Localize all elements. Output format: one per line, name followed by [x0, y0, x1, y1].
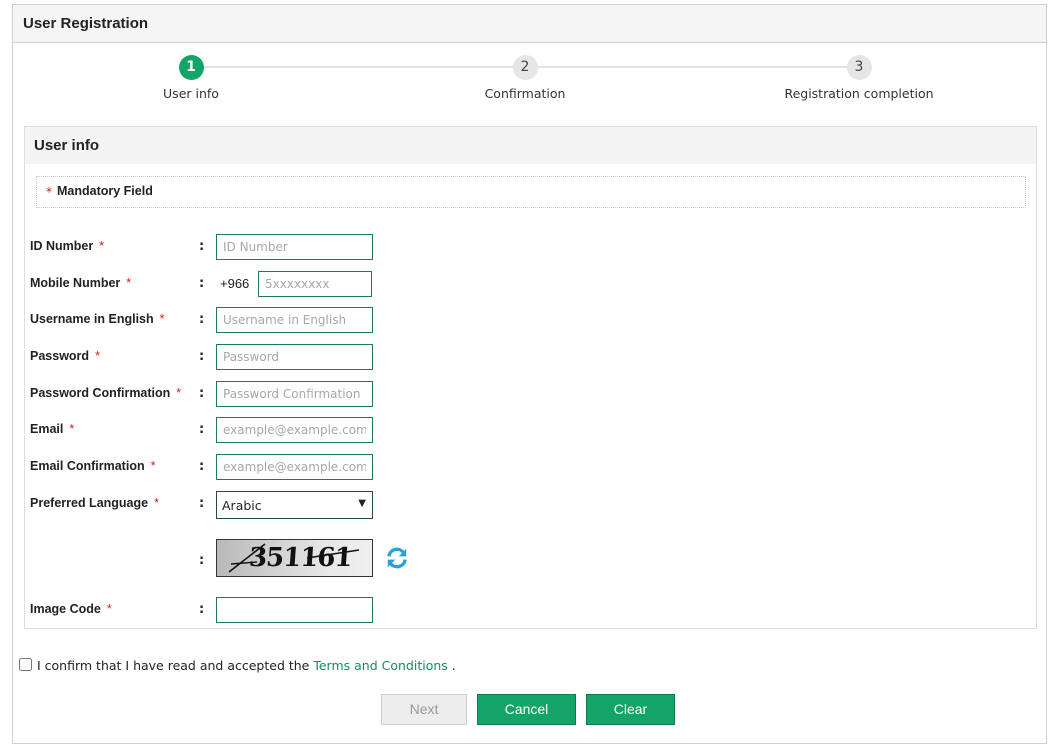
row-password: Password * :: [30, 344, 430, 370]
colon: :: [199, 602, 205, 617]
country-code-prefix: +966: [220, 276, 250, 291]
preferred-language-label: Preferred Language *: [30, 496, 159, 510]
registration-stepper: 1 User info 2 Confirmation 3 Registratio…: [13, 43, 1046, 123]
row-password-confirmation: Password Confirmation * :: [30, 381, 430, 407]
row-email: Email * :: [30, 417, 430, 443]
colon: :: [199, 553, 205, 568]
password-confirmation-label: Password Confirmation *: [30, 386, 182, 400]
step-label: Registration completion: [784, 86, 934, 101]
colon: :: [199, 276, 205, 291]
email-label: Email *: [30, 422, 75, 436]
refresh-icon: [387, 547, 407, 569]
terms-and-conditions-link[interactable]: Terms and Conditions: [313, 658, 447, 673]
selected-language: Arabic: [222, 498, 262, 513]
panel-header: User Registration: [13, 5, 1046, 43]
clear-button[interactable]: Clear: [586, 694, 675, 725]
step-confirmation: 2 Confirmation: [425, 55, 625, 101]
colon: :: [199, 459, 205, 474]
dropdown-arrow-icon: ▼: [358, 498, 366, 509]
section-title: User info: [34, 137, 100, 154]
step-label: Confirmation: [484, 86, 566, 101]
refresh-captcha-button[interactable]: [384, 545, 410, 571]
username-english-label: Username in English *: [30, 312, 165, 326]
captcha-image: 351161: [216, 539, 373, 577]
section-header: User info: [25, 127, 1036, 164]
row-email-confirmation: Email Confirmation * :: [30, 454, 430, 480]
row-captcha: : 351161: [30, 539, 430, 579]
mobile-number-label: Mobile Number *: [30, 276, 132, 290]
row-id-number: ID Number * :: [30, 234, 430, 260]
password-label: Password *: [30, 349, 100, 363]
email-input[interactable]: [216, 417, 373, 443]
mobile-number-input[interactable]: [258, 271, 372, 297]
step-number: 3: [846, 55, 872, 80]
row-preferred-language: Preferred Language * : Arabic ▼: [30, 491, 430, 519]
row-username-english: Username in English * :: [30, 307, 430, 333]
colon: :: [199, 312, 205, 327]
password-input[interactable]: [216, 344, 373, 370]
step-registration-completion: 3 Registration completion: [759, 55, 959, 101]
image-code-label: Image Code *: [30, 602, 112, 616]
colon: :: [199, 349, 205, 364]
colon: :: [199, 496, 205, 511]
terms-text: I confirm that I have read and accepted …: [37, 658, 456, 673]
mandatory-text: Mandatory Field: [57, 184, 153, 198]
cancel-button[interactable]: Cancel: [477, 694, 576, 725]
required-star-icon: *: [46, 185, 52, 199]
password-confirmation-input[interactable]: [216, 381, 373, 407]
colon: :: [199, 386, 205, 401]
username-english-input[interactable]: [216, 307, 373, 333]
next-button[interactable]: Next: [381, 694, 467, 725]
mandatory-note: * Mandatory Field: [36, 176, 1026, 208]
registration-panel: User Registration 1 User info 2 Confirma…: [12, 4, 1047, 744]
colon: :: [199, 239, 205, 254]
step-number: 2: [512, 55, 538, 80]
email-confirmation-label: Email Confirmation *: [30, 459, 156, 473]
row-image-code: Image Code * :: [30, 597, 430, 623]
id-number-label: ID Number *: [30, 239, 105, 253]
captcha-code: 351161: [247, 543, 353, 573]
step-user-info: 1 User info: [91, 55, 291, 101]
email-confirmation-input[interactable]: [216, 454, 373, 480]
page-title: User Registration: [23, 15, 149, 32]
step-number: 1: [178, 55, 204, 80]
colon: :: [199, 422, 205, 437]
id-number-input[interactable]: [216, 234, 373, 260]
step-label: User info: [163, 86, 219, 101]
preferred-language-select[interactable]: Arabic ▼: [216, 491, 373, 519]
image-code-input[interactable]: [216, 597, 373, 623]
row-mobile-number: Mobile Number * : +966: [30, 271, 430, 297]
terms-checkbox[interactable]: [19, 658, 32, 671]
